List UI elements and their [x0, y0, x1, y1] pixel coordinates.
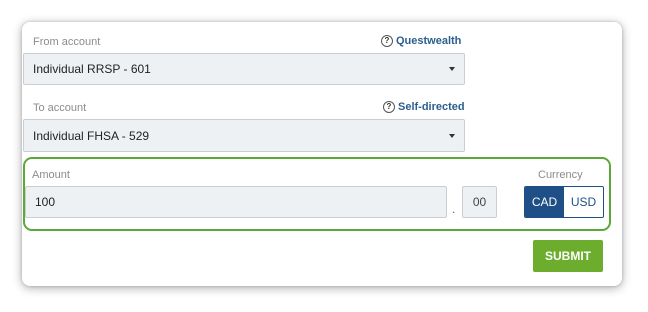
from-account-value: Individual RRSP - 601 — [33, 62, 151, 76]
from-account-help-link[interactable]: ? Questwealth — [381, 35, 461, 47]
to-account-help-link[interactable]: ? Self-directed — [383, 101, 465, 113]
chevron-down-icon — [449, 133, 455, 138]
currency-cad-button[interactable]: CAD — [525, 187, 564, 217]
to-account-label: To account — [33, 102, 87, 114]
cents-value: 00 — [472, 195, 487, 209]
from-account-help-text: Questwealth — [396, 35, 462, 47]
question-circle-icon: ? — [383, 101, 395, 113]
amount-value: 100 — [35, 195, 56, 209]
cents-input[interactable]: 00 — [462, 186, 497, 218]
amount-label: Amount — [32, 169, 70, 181]
to-account-help-text: Self-directed — [398, 101, 465, 113]
currency-toggle[interactable]: CAD USD — [524, 186, 604, 218]
transfer-form-card: From account ? Questwealth Individual RR… — [22, 22, 622, 286]
to-account-value: Individual FHSA - 529 — [33, 128, 150, 143]
to-account-select[interactable]: Individual FHSA - 529 — [23, 119, 465, 152]
currency-usd-button[interactable]: USD — [564, 187, 603, 217]
amount-input[interactable]: 100 — [25, 186, 447, 218]
decimal-separator: . — [452, 202, 456, 216]
amount-currency-section: Amount 100 . 00 Currency CAD USD — [23, 157, 611, 231]
question-circle-icon: ? — [381, 35, 393, 47]
submit-button[interactable]: SUBMIT — [533, 240, 603, 272]
currency-label: Currency — [538, 169, 583, 181]
from-account-select[interactable]: Individual RRSP - 601 — [23, 53, 465, 85]
chevron-down-icon — [449, 67, 455, 71]
from-account-label: From account — [33, 36, 101, 48]
